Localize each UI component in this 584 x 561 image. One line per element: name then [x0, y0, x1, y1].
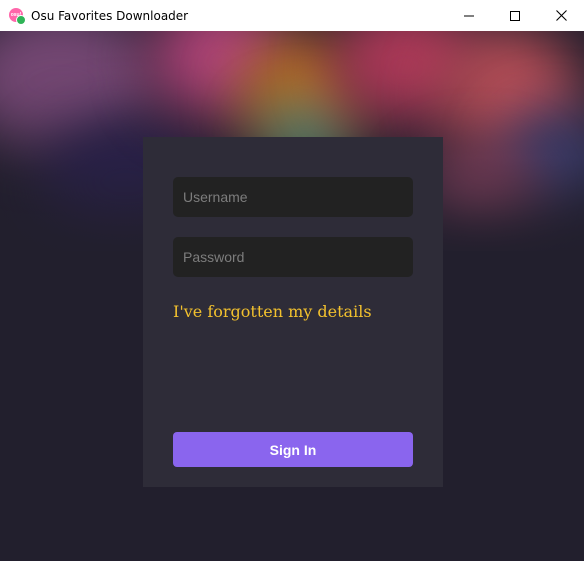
username-input[interactable] [173, 177, 413, 217]
maximize-icon [510, 10, 520, 21]
forgot-details-link[interactable]: I've forgotten my details [173, 302, 372, 321]
window-title: Osu Favorites Downloader [31, 8, 189, 23]
close-icon [555, 10, 567, 21]
minimize-icon [464, 15, 474, 16]
password-input[interactable] [173, 237, 413, 277]
window-controls [446, 0, 584, 31]
osu-app-icon: osu! [9, 7, 26, 25]
app-window: osu! Osu Favorites Downloader Username I… [0, 0, 584, 561]
title-bar[interactable]: osu! Osu Favorites Downloader [0, 0, 584, 31]
sign-in-button[interactable]: Sign In [173, 432, 413, 467]
minimize-button[interactable] [446, 0, 492, 31]
close-button[interactable] [538, 0, 584, 31]
login-card: I've forgotten my details Sign In [143, 137, 443, 487]
maximize-button[interactable] [492, 0, 538, 31]
